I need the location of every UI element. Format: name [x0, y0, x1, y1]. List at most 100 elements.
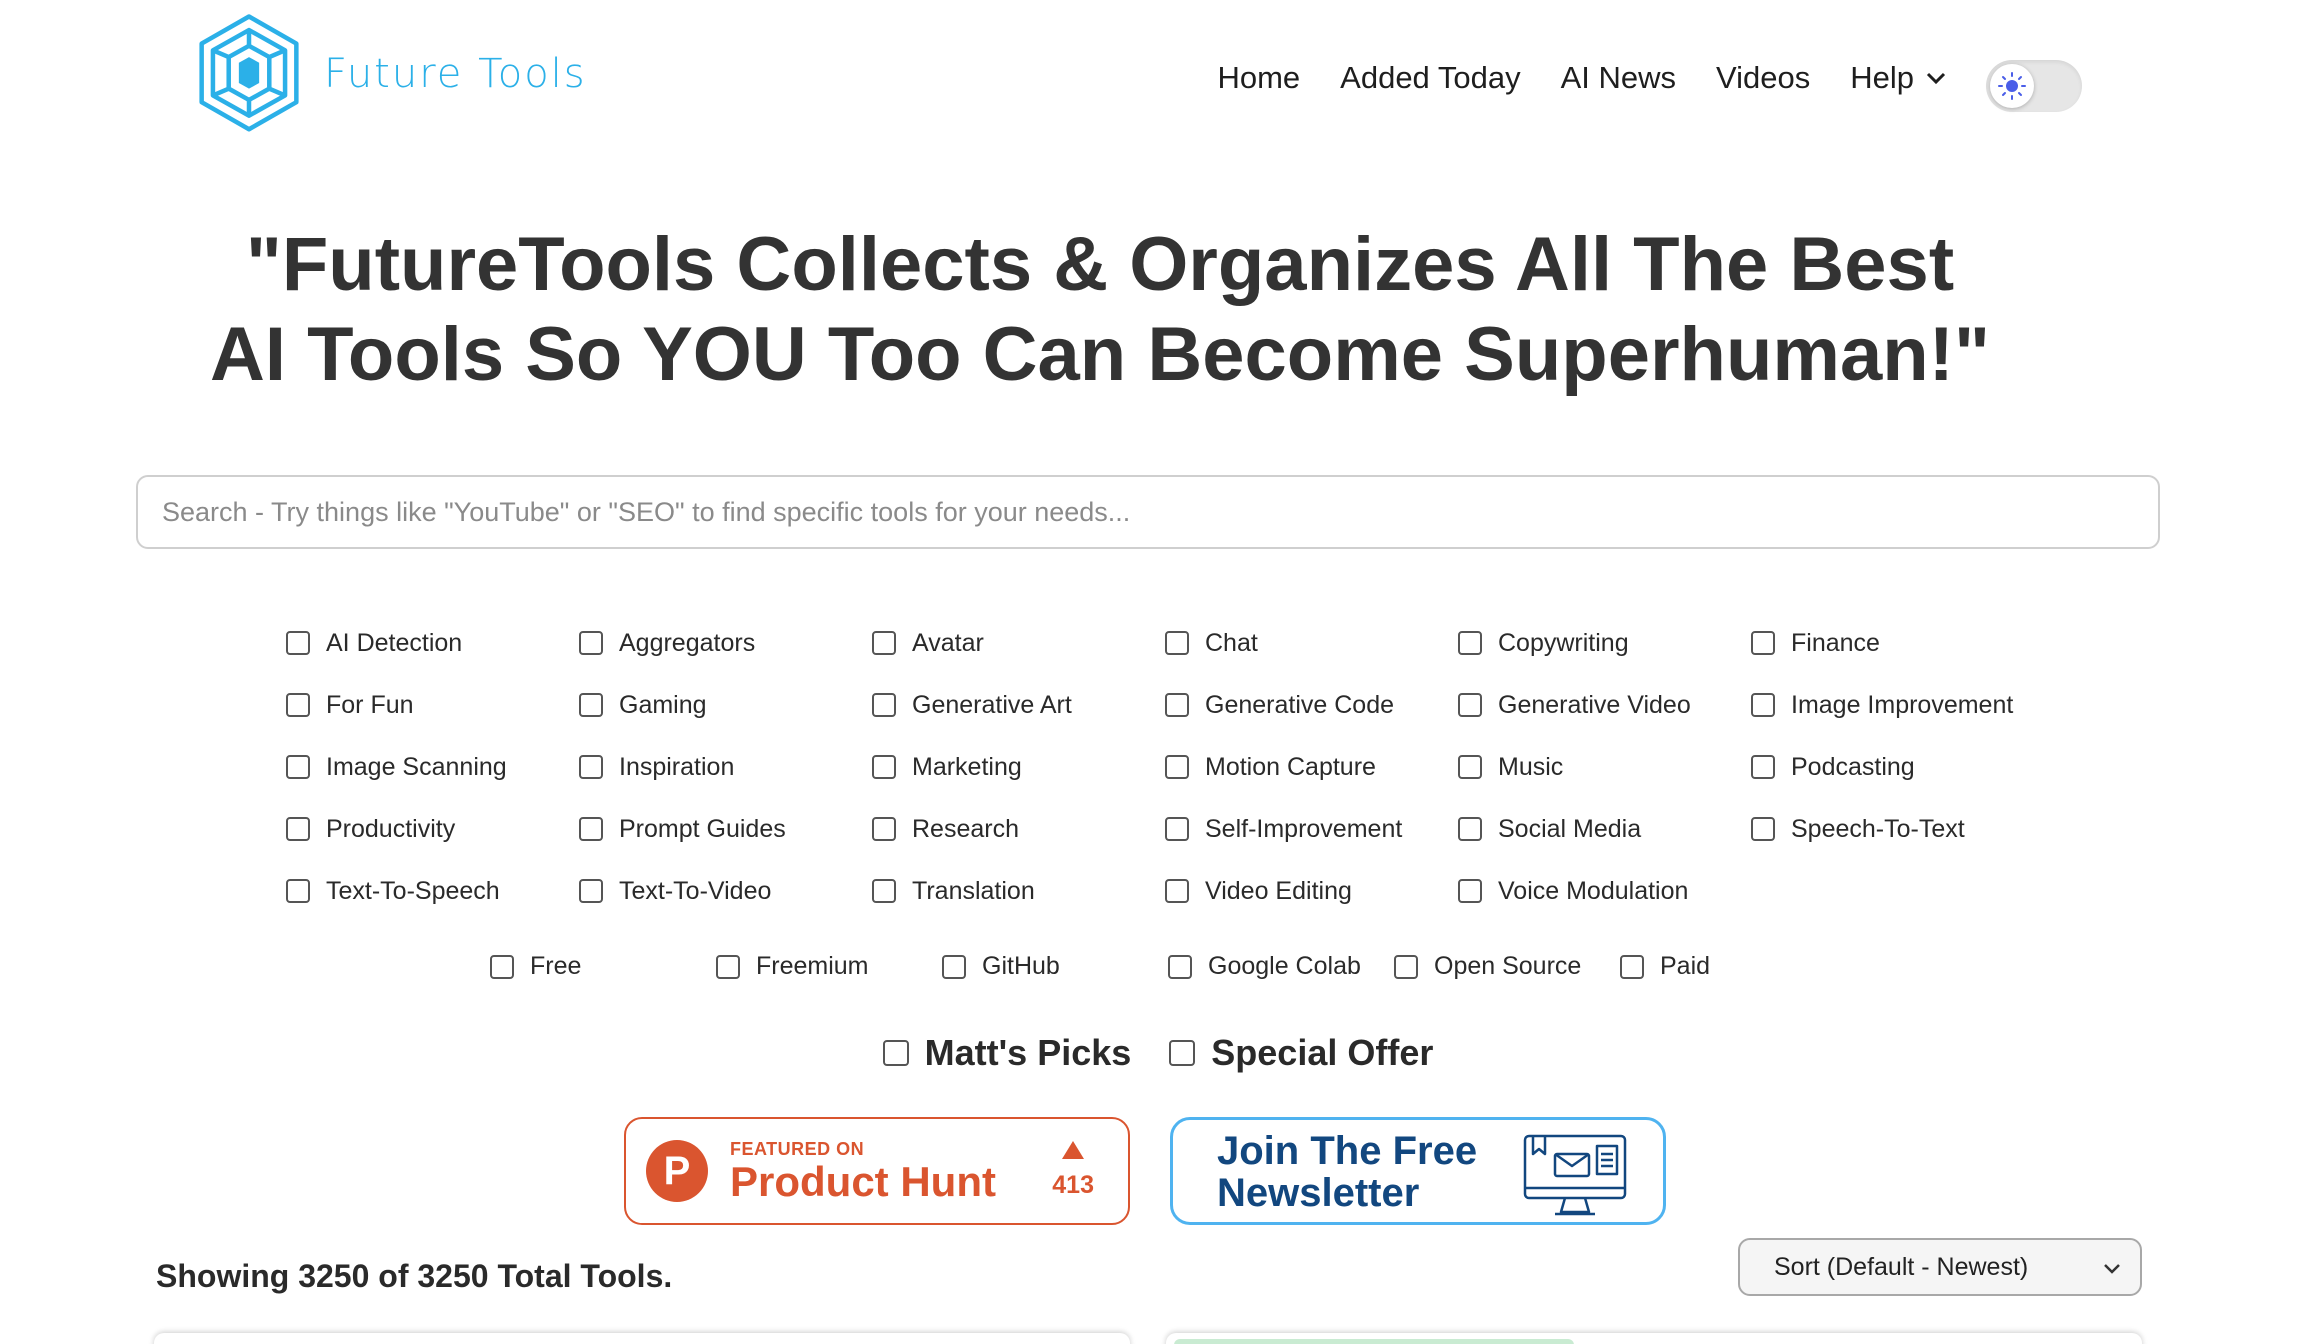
category-checkbox[interactable]: Finance [1751, 612, 2044, 674]
headline-line-2: AI Tools So YOU Too Can Become Superhuma… [210, 312, 1990, 397]
category-checkbox[interactable]: Motion Capture [1165, 736, 1458, 798]
checkbox-box[interactable] [579, 631, 603, 655]
nav-videos[interactable]: Videos [1716, 60, 1810, 96]
checkbox-box[interactable] [1458, 817, 1482, 841]
newsletter-line-2: Newsletter [1217, 1171, 1420, 1215]
category-checkbox[interactable]: Productivity [286, 798, 579, 860]
checkbox-box[interactable] [882, 1040, 909, 1066]
checkbox-label: AI Detection [326, 628, 463, 657]
checkbox-label: Generative Video [1498, 690, 1691, 719]
checkbox-label: Freemium [756, 952, 869, 980]
checkbox-box[interactable] [942, 954, 966, 979]
category-checkbox[interactable]: Music [1458, 736, 1751, 798]
newsletter-line-1: Join The Free [1217, 1129, 1478, 1173]
checkbox-box[interactable] [1165, 817, 1189, 841]
checkbox-box[interactable] [1458, 879, 1482, 903]
newsletter-button[interactable]: Join The Free Newsletter [1170, 1117, 1666, 1225]
checkbox-box[interactable] [872, 631, 896, 655]
category-checkbox[interactable]: Text-To-Speech [286, 860, 579, 922]
sort-selected-value: Sort (Default - Newest) [1774, 1252, 2029, 1281]
checkbox-box[interactable] [1165, 879, 1189, 903]
category-checkbox[interactable]: Research [872, 798, 1165, 860]
checkbox-box[interactable] [1751, 693, 1775, 717]
checkbox-box[interactable] [716, 954, 740, 979]
checkbox-box[interactable] [1169, 1040, 1196, 1066]
checkbox-box[interactable] [1165, 693, 1189, 717]
checkbox-matts-picks[interactable]: Matt's Picks [882, 1032, 1131, 1074]
category-checkbox[interactable]: Social Media [1458, 798, 1751, 860]
checkbox-box[interactable] [872, 879, 896, 903]
category-checkbox[interactable]: Voice Modulation [1458, 860, 1751, 922]
category-checkbox[interactable]: AI Detection [286, 612, 579, 674]
category-checkbox[interactable]: Video Editing [1165, 860, 1458, 922]
checkbox-box[interactable] [1458, 755, 1482, 779]
checkbox-box[interactable] [1458, 693, 1482, 717]
sort-select[interactable]: Sort (Default - Newest) [1738, 1238, 2142, 1296]
category-checkbox[interactable]: Prompt Guides [579, 798, 872, 860]
pricing-checkbox-paid[interactable]: Paid [1620, 952, 1710, 981]
tool-card[interactable] [154, 1333, 1130, 1344]
checkbox-box[interactable] [286, 755, 310, 779]
category-checkbox[interactable]: Copywriting [1458, 612, 1751, 674]
category-checkbox[interactable]: Podcasting [1751, 736, 2044, 798]
checkbox-box[interactable] [1751, 631, 1775, 655]
checkbox-box[interactable] [579, 817, 603, 841]
checkbox-special-offer[interactable]: Special Offer [1169, 1032, 1433, 1074]
category-checkbox[interactable]: Aggregators [579, 612, 872, 674]
category-checkbox[interactable]: Speech-To-Text [1751, 798, 2044, 860]
chevron-down-icon [2104, 1264, 2120, 1274]
logo[interactable]: Future Tools [192, 12, 587, 136]
category-checkbox[interactable]: Avatar [872, 612, 1165, 674]
checkbox-box[interactable] [1751, 817, 1775, 841]
category-checkbox[interactable]: Inspiration [579, 736, 872, 798]
theme-toggle[interactable] [1986, 60, 2082, 112]
category-checkbox[interactable]: Self-Improvement [1165, 798, 1458, 860]
category-checkbox[interactable]: Gaming [579, 674, 872, 736]
tool-card[interactable] [1166, 1333, 2142, 1344]
category-checkbox[interactable]: Chat [1165, 612, 1458, 674]
checkbox-box[interactable] [1458, 631, 1482, 655]
checkbox-box[interactable] [286, 879, 310, 903]
category-checkbox[interactable]: Generative Art [872, 674, 1165, 736]
nav-ai-news[interactable]: AI News [1561, 60, 1676, 96]
category-checkbox[interactable]: Generative Code [1165, 674, 1458, 736]
category-checkbox[interactable]: Generative Video [1458, 674, 1751, 736]
checkbox-box[interactable] [872, 755, 896, 779]
checkbox-box[interactable] [579, 755, 603, 779]
checkbox-box[interactable] [1751, 755, 1775, 779]
category-checkbox[interactable]: Text-To-Video [579, 860, 872, 922]
checkbox-box[interactable] [872, 817, 896, 841]
pricing-checkbox-free[interactable]: Free [490, 952, 581, 981]
checkbox-box[interactable] [1620, 954, 1644, 979]
checkbox-label: Prompt Guides [619, 814, 786, 843]
pricing-checkbox-google-colab[interactable]: Google Colab [1168, 952, 1361, 981]
checkbox-box[interactable] [490, 954, 514, 979]
nav-added-today[interactable]: Added Today [1340, 60, 1520, 96]
checkbox-box[interactable] [286, 631, 310, 655]
pricing-checkbox-open-source[interactable]: Open Source [1394, 952, 1581, 981]
checkbox-box[interactable] [579, 693, 603, 717]
checkbox-label: Research [912, 814, 1019, 843]
checkbox-box[interactable] [579, 879, 603, 903]
results-count: Showing 3250 of 3250 Total Tools. [156, 1258, 673, 1294]
nav-help-dropdown[interactable]: Help [1850, 60, 1946, 96]
product-hunt-badge[interactable]: P FEATURED ON Product Hunt 413 [624, 1117, 1130, 1225]
category-checkbox[interactable]: For Fun [286, 674, 579, 736]
category-checkbox[interactable]: Image Improvement [1751, 674, 2044, 736]
checkbox-box[interactable] [872, 693, 896, 717]
category-checkbox[interactable]: Image Scanning [286, 736, 579, 798]
pricing-checkbox-freemium[interactable]: Freemium [716, 952, 869, 981]
checkbox-box[interactable] [1165, 755, 1189, 779]
category-checkbox[interactable]: Translation [872, 860, 1165, 922]
nav-home[interactable]: Home [1217, 60, 1300, 96]
checkbox-box[interactable] [1168, 954, 1192, 979]
checkbox-box[interactable] [286, 693, 310, 717]
page-headline: "FutureTools Collects & Organizes All Th… [150, 220, 2050, 400]
special-filters: Matt's Picks Special Offer [0, 1032, 2316, 1074]
checkbox-box[interactable] [1165, 631, 1189, 655]
category-checkbox[interactable]: Marketing [872, 736, 1165, 798]
pricing-checkbox-github[interactable]: GitHub [942, 952, 1060, 981]
checkbox-box[interactable] [1394, 954, 1418, 979]
checkbox-box[interactable] [286, 817, 310, 841]
search-input[interactable] [136, 475, 2160, 549]
